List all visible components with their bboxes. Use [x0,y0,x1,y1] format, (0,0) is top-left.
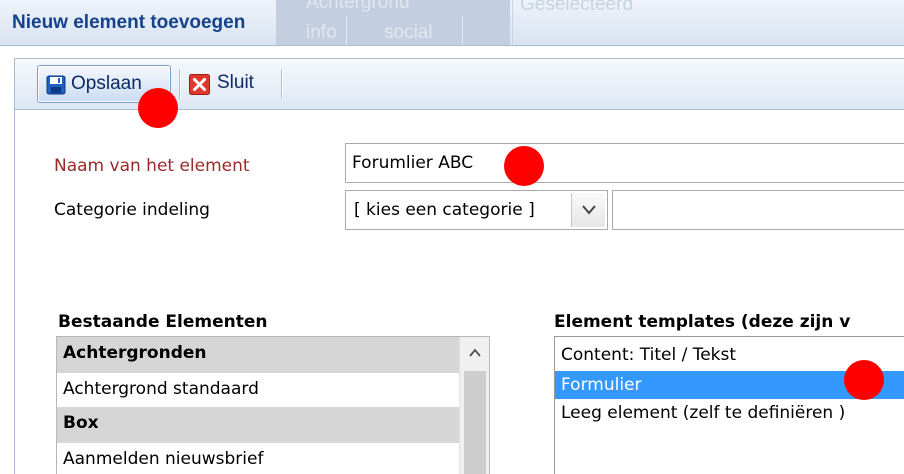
red-x-icon [189,74,210,95]
toolbar-divider [179,69,180,99]
existing-elements-list[interactable]: Achtergronden Achtergrond standaard Box … [56,336,490,474]
toolbar-divider [281,69,282,99]
existing-elements-heading: Bestaande Elementen [58,312,268,332]
background-tab-strip: Achtergrond info social [276,0,510,45]
scrollbar[interactable] [459,337,489,474]
dropdown-button[interactable] [571,193,605,227]
background-text: Geselecteerd [520,0,634,15]
list-group-header[interactable]: Box [57,407,459,443]
floppy-disk-icon [46,75,66,95]
divider [462,16,463,45]
divider [346,16,347,45]
dialog-title: Nieuw element toevoegen [12,12,246,33]
dialog-titlebar: Achtergrond info social Geselecteerd Nie… [0,0,904,46]
scrollbar-thumb[interactable] [464,371,486,474]
background-tab-label: social [384,22,433,43]
save-button-label: Opslaan [71,73,142,94]
chevron-up-icon [469,348,481,357]
category-select[interactable]: [ kies een categorie ] [345,190,608,230]
annotation-marker [138,88,178,128]
element-name-label: Naam van het element [54,156,250,176]
scroll-up-button[interactable] [460,337,489,369]
category-select-value: [ kies een categorie ] [354,200,535,220]
list-group-header[interactable]: Achtergronden [57,337,459,373]
annotation-marker [504,146,544,186]
divider [512,0,513,45]
background-tab-label: Achtergrond [306,0,410,13]
category-extra-field[interactable] [612,190,904,230]
background-tab-label: info [306,22,337,43]
annotation-marker [844,360,884,400]
close-button[interactable]: Sluit [187,65,271,103]
element-name-input[interactable] [345,143,904,183]
element-templates-list[interactable]: Content: Titel / Tekst Formulier Leeg el… [554,336,904,474]
list-item[interactable]: Achtergrond standaard [57,373,459,409]
close-button-label: Sluit [217,72,254,93]
category-label: Categorie indeling [54,200,210,220]
template-item[interactable]: Leeg element (zelf te definiëren ) [555,399,904,427]
element-templates-heading: Element templates (deze zijn v [554,312,851,332]
chevron-down-icon [582,205,596,215]
list-item[interactable]: Aanmelden nieuwsbrief [57,443,459,474]
